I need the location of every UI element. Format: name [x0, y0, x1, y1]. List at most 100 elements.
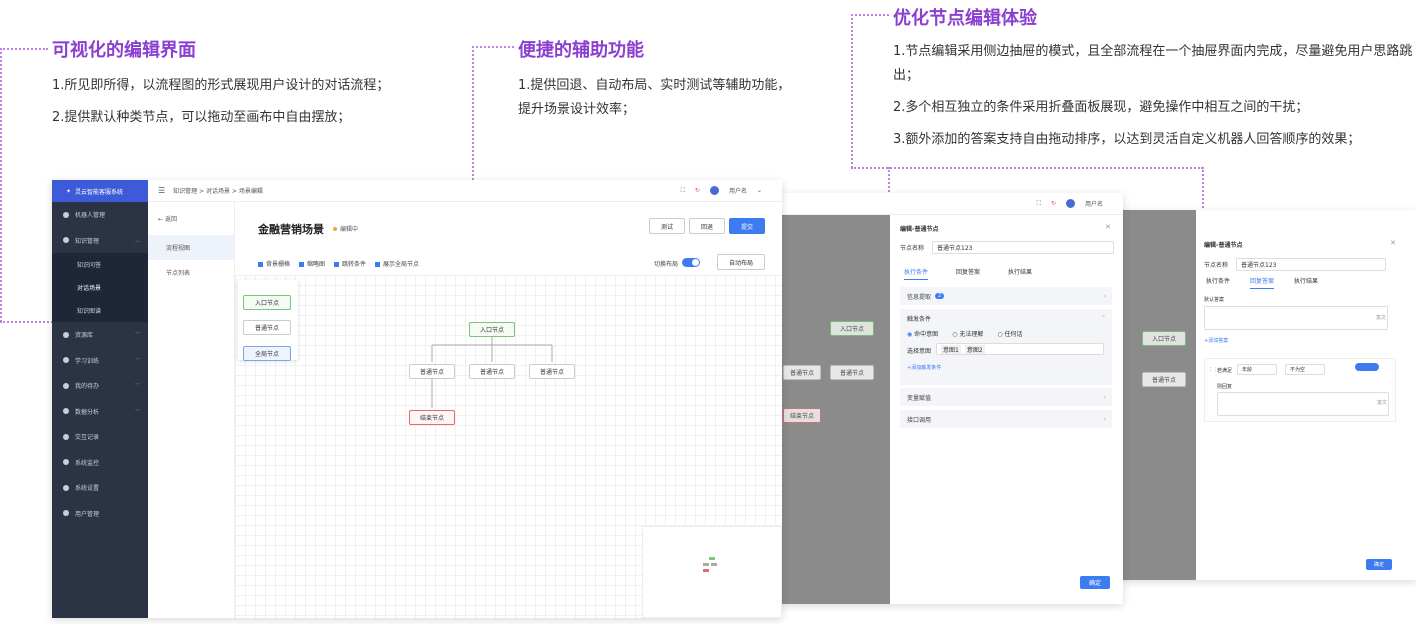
callout3-line2: 2.多个相互独立的条件采用折叠面板展现，避免操作中相互之间的干扰；: [893, 100, 1309, 116]
radio-empty-icon: ○: [997, 331, 1003, 338]
menu-icon[interactable]: ☰: [158, 186, 165, 195]
submit-button[interactable]: 提交: [729, 218, 765, 234]
intent-select[interactable]: 意图1 意图2: [936, 343, 1104, 355]
user-name[interactable]: 用户名: [729, 186, 747, 195]
autolayout-button[interactable]: 自动布局: [717, 254, 765, 270]
sidebar-item-settings[interactable]: 系统设置: [52, 475, 148, 501]
subnav-tab-nodes[interactable]: 节点列表: [148, 260, 234, 285]
flow-normal-node-3[interactable]: 普通节点: [529, 364, 575, 379]
section-trigger-label[interactable]: 触发条件: [907, 314, 931, 323]
minimap-node: [709, 557, 715, 560]
back-link[interactable]: ← 返回: [148, 202, 234, 235]
radio-anything[interactable]: ○ 任何话: [997, 329, 1022, 338]
sidebar-item-resources[interactable]: 资源库 ﹀: [52, 322, 148, 348]
section-trigger: 触发条件 ⌄ ◉ 命中意图 ○ 无法理解 ○ 任何话 选择意图 意图1 意图2 …: [900, 309, 1112, 385]
condition-toggle[interactable]: [1355, 363, 1379, 371]
refresh-icon[interactable]: ↻: [1051, 200, 1056, 207]
answer-drawer: 编辑-普通节点 ✕ 节点名称 普通节点123 执行条件 回复答案 执行结果 默认…: [1196, 210, 1416, 580]
section-extract[interactable]: 信息提取 2 ›: [900, 287, 1112, 305]
todo-icon: [63, 382, 69, 389]
radio-empty-icon: ○: [952, 331, 958, 338]
chevron-down-icon[interactable]: ⌄: [1101, 312, 1106, 319]
add-trigger-link[interactable]: +添加触发条件: [907, 364, 941, 371]
chevron-down-icon: ﹀: [134, 357, 140, 364]
sidebar-item-monitor[interactable]: 系统监控: [52, 450, 148, 476]
sidebar-sub-dialog[interactable]: 对话场景: [52, 276, 148, 299]
tab-conditions[interactable]: 执行条件: [904, 267, 929, 280]
sidebar-sub-qa[interactable]: 知识问答: [52, 253, 148, 276]
tab-replies[interactable]: 回复答案: [956, 267, 980, 280]
callout3-title: 优化节点编辑体验: [893, 8, 1037, 29]
section-variable-label: 变量赋值: [907, 394, 932, 402]
answer-tab-results[interactable]: 执行结果: [1294, 276, 1318, 289]
callout2-title: 便捷的辅助功能: [518, 40, 644, 61]
condition-field-select[interactable]: 年龄: [1237, 364, 1277, 375]
fullscreen-icon[interactable]: ⛶: [1037, 200, 1041, 208]
answer-ok-button[interactable]: 确定: [1366, 559, 1392, 570]
radio-not-understand[interactable]: ○ 无法理解: [952, 329, 983, 338]
default-answer-label: 默认答案: [1204, 297, 1225, 303]
sidebar-item-analytics[interactable]: 数据分析 ﹀: [52, 399, 148, 425]
user-icon: [63, 510, 69, 517]
undo-button[interactable]: 回退: [689, 218, 725, 234]
subnav-tab-flow[interactable]: 流程视图: [148, 235, 234, 260]
conditional-reply-textarea[interactable]: [1217, 392, 1389, 416]
avatar[interactable]: [709, 186, 719, 195]
intent-tag-1[interactable]: 意图1: [941, 344, 961, 354]
test-button[interactable]: 测试: [649, 218, 685, 234]
sidebar-item-records[interactable]: 交互记录: [52, 424, 148, 450]
condition-op-select[interactable]: 不为空: [1285, 364, 1325, 375]
gear-icon: [63, 484, 69, 491]
flow-canvas[interactable]: 入口节点 普通节点 全局节点 入口节点 普通节点 普通节点 普通节点 结束节点: [235, 275, 782, 618]
radio-hit-intent[interactable]: ◉ 命中意图: [907, 329, 938, 338]
check-global[interactable]: 展示全局节点: [375, 259, 419, 268]
sidebar-item-todo[interactable]: 我的待办 ﹀: [52, 373, 148, 399]
answer-tab-conditions[interactable]: 执行条件: [1206, 276, 1230, 289]
user-name[interactable]: 用户名: [1085, 199, 1103, 208]
rich-text-label[interactable]: 富文: [1376, 314, 1386, 321]
section-api[interactable]: 接口调用 ›: [900, 410, 1112, 428]
screenshot-root: 可视化的编辑界面 1.所见即所得，以流程图的形式展现用户设计的对话流程； 2.提…: [0, 0, 1416, 624]
fullscreen-icon[interactable]: ⛶: [681, 187, 685, 195]
training-icon: [63, 357, 69, 364]
callout1-line1: 1.所见即所得，以流程图的形式展现用户设计的对话流程；: [52, 78, 390, 93]
flow-end-node[interactable]: 结束节点: [409, 410, 455, 425]
check-jump[interactable]: 跳转条件: [334, 259, 366, 268]
condition-drawer: 编辑-普通节点 ✕ 节点名称 普通节点123 执行条件 回复答案 执行结果 信息…: [890, 215, 1123, 604]
subnav: ← 返回 流程视图 节点列表: [148, 202, 235, 618]
logo-icon: ✦: [66, 187, 72, 195]
tab-results[interactable]: 执行结果: [1008, 267, 1032, 280]
layout-toggle[interactable]: [682, 258, 700, 267]
flow-normal-node-1[interactable]: 普通节点: [409, 364, 455, 379]
default-answer-textarea[interactable]: [1204, 306, 1388, 330]
answer-name-input[interactable]: 普通节点123: [1236, 258, 1387, 271]
editor-header: 金融营销场景 编辑中 测试 回退 提交 背景栅格 缩略图 跳转条件 展示全局节点…: [235, 202, 782, 272]
sidebar-item-training[interactable]: 学习训练 ﹀: [52, 348, 148, 374]
reply-label: 则回复: [1217, 384, 1233, 390]
sidebar-item-knowledge[interactable]: 知识管理 ︿: [52, 228, 148, 254]
condition-ok-button[interactable]: 确定: [1080, 576, 1110, 589]
refresh-icon[interactable]: ↻: [695, 187, 700, 194]
rich-text-label-2[interactable]: 富文: [1377, 399, 1387, 406]
sidebar-sub-graph[interactable]: 知识图谱: [52, 299, 148, 322]
check-grid[interactable]: 背景栅格: [258, 259, 290, 268]
section-variable[interactable]: 变量赋值 ›: [900, 388, 1112, 406]
chevron-down-icon[interactable]: ⌄: [757, 187, 762, 194]
close-icon[interactable]: ✕: [1390, 239, 1396, 247]
close-icon[interactable]: ✕: [1105, 223, 1111, 231]
add-answer-link[interactable]: +添加答案: [1204, 337, 1228, 344]
sidebar-item-users[interactable]: 用户管理: [52, 501, 148, 527]
condition-drawer-title: 编辑-普通节点: [900, 226, 939, 233]
minimap[interactable]: [642, 526, 782, 618]
entry-node-dim: 入口节点: [1142, 331, 1186, 346]
flow-entry-node[interactable]: 入口节点: [469, 322, 515, 337]
robot-icon: [63, 211, 69, 218]
condition-name-input[interactable]: 普通节点123: [932, 241, 1115, 254]
check-minimap[interactable]: 缩略图: [299, 259, 325, 268]
answer-tab-replies[interactable]: 回复答案: [1250, 276, 1275, 289]
avatar[interactable]: [1065, 199, 1075, 208]
flow-normal-node-2[interactable]: 普通节点: [469, 364, 515, 379]
callout1-connector: [0, 48, 48, 50]
intent-tag-2[interactable]: 意图2: [964, 344, 985, 354]
sidebar-item-robots[interactable]: 机器人管理: [52, 202, 148, 228]
